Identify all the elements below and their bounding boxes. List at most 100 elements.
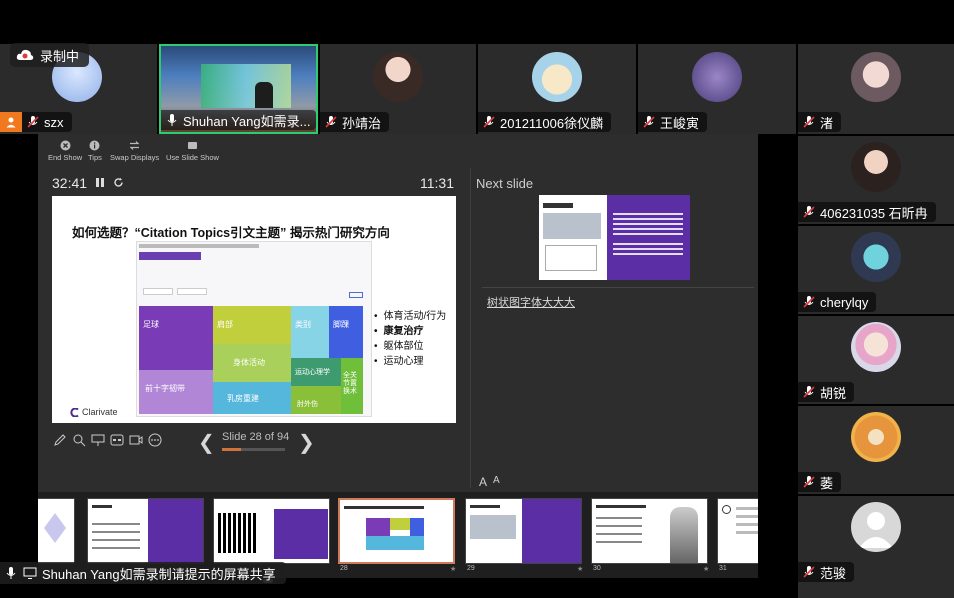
slide-thumbnail-active[interactable] xyxy=(338,498,455,564)
participant-tile[interactable]: 201211006徐仪麟 xyxy=(478,44,636,134)
screen-share-banner[interactable]: Shuhan Yang如需录制请提示的屏幕共享 xyxy=(0,562,286,584)
participant-name: szx xyxy=(44,114,64,130)
more-options-icon[interactable] xyxy=(147,432,162,447)
participant-tile[interactable]: 范骏 xyxy=(798,496,954,598)
decrease-font-button[interactable]: A xyxy=(493,475,500,489)
treemap-block: 脚踝 xyxy=(329,306,363,358)
mic-muted-icon xyxy=(643,116,655,128)
participant-label: Shuhan Yang如需录... xyxy=(161,110,316,130)
participant-name: 范骏 xyxy=(820,565,847,581)
participant-label: 201211006徐仪麟 xyxy=(478,112,612,132)
default-avatar xyxy=(851,502,901,552)
participant-name: 萎 xyxy=(820,475,834,491)
slide-thumbnail[interactable] xyxy=(87,498,204,564)
increase-font-button[interactable]: A xyxy=(479,475,487,489)
subtitles-icon[interactable] xyxy=(109,432,124,447)
treemap-block: 前十字韧带 xyxy=(139,370,213,414)
end-show-button[interactable]: End Show xyxy=(48,140,82,162)
slide-thumbnail[interactable] xyxy=(465,498,582,564)
next-slide-preview[interactable] xyxy=(539,195,690,280)
pen-icon[interactable] xyxy=(52,432,67,447)
mic-muted-icon xyxy=(803,116,815,128)
slide-thumbnail[interactable] xyxy=(38,498,75,564)
current-slide[interactable]: 如何选题？“Citation Topics引文主题” 揭示热门研究方向 足球 肩… xyxy=(52,196,456,423)
person-icon xyxy=(0,112,22,132)
participant-name: Shuhan Yang如需录... xyxy=(183,113,311,129)
elapsed-time: 32:41 xyxy=(52,175,88,191)
clarivate-icon xyxy=(70,407,79,417)
progress-fill xyxy=(222,448,241,451)
participant-tile[interactable]: 孙靖治 xyxy=(320,44,476,134)
slide-thumbnail[interactable] xyxy=(591,498,708,564)
treemap-block: 全关节置换术 xyxy=(341,358,363,414)
participant-label: 范骏 xyxy=(798,562,855,582)
notes-divider xyxy=(482,287,754,288)
bullet: 体育活动/行为 xyxy=(374,309,447,324)
star-icon: ★ xyxy=(703,566,710,573)
participant-label: 王峻寅 xyxy=(638,112,708,132)
pause-icon[interactable] xyxy=(95,175,105,191)
avatar xyxy=(851,52,901,102)
laser-pointer-icon[interactable] xyxy=(90,432,105,447)
avatar xyxy=(851,232,901,282)
participant-tile-presenter[interactable]: Shuhan Yang如需录... xyxy=(159,44,318,134)
swap-icon xyxy=(129,140,140,151)
mic-icon xyxy=(167,114,177,126)
slide-number: 31 xyxy=(719,565,727,572)
mic-muted-icon xyxy=(803,566,815,578)
avatar xyxy=(851,322,901,372)
next-slide-label: Next slide xyxy=(476,176,534,191)
slideshow-icon xyxy=(187,140,198,151)
slide-number: 30 xyxy=(593,565,601,572)
divider xyxy=(470,168,471,488)
participant-tile[interactable]: 萎 xyxy=(798,406,954,494)
participant-name: 201211006徐仪麟 xyxy=(500,115,604,131)
camera-icon[interactable] xyxy=(128,432,143,447)
bullet: 康复治疗 xyxy=(374,324,446,339)
presenter-tools xyxy=(52,432,162,447)
mic-icon xyxy=(6,567,16,579)
star-icon: ★ xyxy=(450,566,457,573)
treemap-block: 运动心理学 xyxy=(291,358,341,386)
participant-name: 406231035 石昕冉 xyxy=(820,205,928,221)
previous-slide-button[interactable]: ❮ xyxy=(198,430,215,455)
elapsed-timer: 32:41 xyxy=(52,175,124,191)
treemap-block: 身体活动 xyxy=(213,344,291,382)
participant-tile[interactable]: cherylqy xyxy=(798,226,954,314)
participant-label: cherylqy xyxy=(798,292,877,312)
info-icon xyxy=(89,140,100,151)
slide-number: 28 xyxy=(340,565,348,572)
clarivate-brand: Clarivate xyxy=(82,407,118,417)
mic-muted-icon xyxy=(803,296,815,308)
avatar xyxy=(373,52,423,102)
mic-muted-icon xyxy=(803,206,815,218)
tips-button[interactable]: Tips xyxy=(88,140,102,162)
participant-label: 渚 xyxy=(798,112,842,132)
participant-tile[interactable]: 渚 xyxy=(798,44,954,134)
use-slide-show-button[interactable]: Use Slide Show xyxy=(166,140,219,162)
avatar xyxy=(851,142,901,192)
restart-icon[interactable] xyxy=(113,175,124,191)
participant-label: 406231035 石昕冉 xyxy=(798,202,936,222)
close-circle-icon xyxy=(60,140,71,151)
zoom-icon[interactable] xyxy=(71,432,86,447)
next-slide-button[interactable]: ❯ xyxy=(298,430,315,455)
treemap-block: 肘外伤 xyxy=(291,386,341,414)
slide-thumbnail[interactable] xyxy=(717,498,758,564)
recording-indicator[interactable]: 录制中 xyxy=(10,43,90,67)
participant-name: 王峻寅 xyxy=(660,115,700,131)
bullet: 躯体部位 xyxy=(374,339,446,354)
speaker-notes[interactable]: 树状图字体大大大 xyxy=(487,294,575,310)
avatar xyxy=(532,52,582,102)
swap-displays-button[interactable]: Swap Displays xyxy=(110,140,159,162)
avatar xyxy=(851,412,901,462)
clock: 11:31 xyxy=(420,175,454,191)
slide-thumbnail[interactable] xyxy=(213,498,330,564)
treemap-screenshot: 足球 肩部 类别 脚踝 身体活动 运动心理学 全关节置换术 肘外伤 前十字韧带 … xyxy=(136,241,372,417)
participant-tile[interactable]: 王峻寅 xyxy=(638,44,796,134)
participant-tile[interactable]: 胡锐 xyxy=(798,316,954,404)
mic-muted-icon xyxy=(325,116,337,128)
treemap-block: 乳房重建 xyxy=(213,382,291,414)
participant-tile[interactable]: 406231035 石昕冉 xyxy=(798,136,954,224)
treemap-block: 类别 xyxy=(291,306,329,358)
